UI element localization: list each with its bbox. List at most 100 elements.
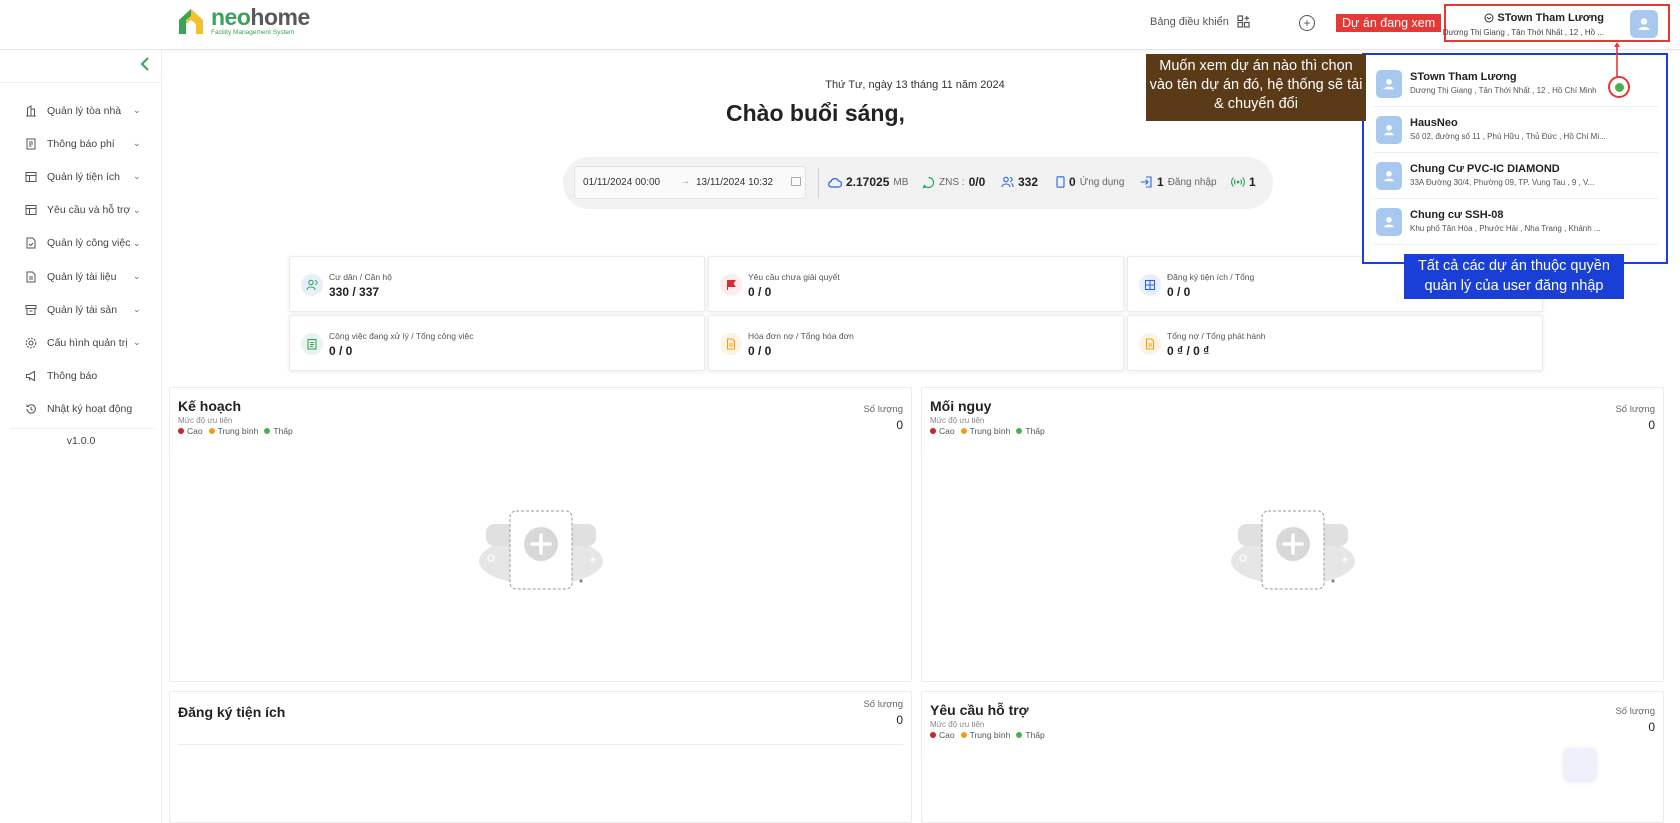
broadcast-icon [1231, 177, 1245, 187]
date-range-picker[interactable]: 01/11/2024 00:00 → 13/11/2024 10:32 [574, 166, 806, 199]
project-option[interactable]: Chung cư SSH-08 Khu phố Tân Hòa , Phước … [1374, 199, 1658, 245]
chevron-down-icon: ⌄ [133, 237, 141, 248]
sidebar-item-fee-notice[interactable]: Thông báo phí ⌄ [0, 127, 162, 160]
sidebar-item-label: Quản lý công việc [47, 237, 131, 250]
project-name: Chung Cư PVC-IC DIAMOND [1410, 163, 1560, 175]
dashboard-link[interactable]: Bảng điều khiển [1150, 15, 1250, 28]
project-avatar [1376, 208, 1402, 236]
range-start: 01/11/2024 00:00 [583, 177, 661, 188]
card-label: Yêu cầu chưa giải quyết [748, 272, 840, 282]
sidebar-divider [0, 82, 162, 83]
project-option[interactable]: HausNeo Số 02, đường số 11 , Phú Hữu , T… [1374, 107, 1658, 153]
card-total-debt[interactable]: Tổng nợ / Tổng phát hành 0 ₫ / 0 ₫ [1127, 315, 1543, 371]
chevron-down-icon: ⌄ [133, 138, 141, 149]
sidebar-item-notifications[interactable]: Thông báo [0, 360, 162, 393]
greeting: Chào buổi sáng, [726, 100, 905, 126]
login-label: Đăng nhập [1167, 176, 1217, 188]
project-address: 33A Đường 30/4, Phường 09, TP. Vung Tau … [1410, 178, 1595, 187]
chevron-down-icon: ⌄ [133, 337, 141, 348]
panel-title: Yêu cầu hỗ trợ [930, 702, 1029, 718]
sidebar-item-label: Quản lý tiện ích [47, 170, 120, 183]
sidebar-item-documents[interactable]: Quản lý tài liệu ⌄ [0, 260, 162, 293]
legend-low: Thấp [273, 426, 293, 436]
sidebar-item-tasks[interactable]: Quản lý công việc ⌄ [0, 227, 162, 260]
zns-value: 0/0 [968, 175, 986, 189]
sidebar-item-label: Quản lý tài liệu [47, 270, 117, 283]
legend-high: Cao [939, 730, 955, 740]
card-value: 0 / 0 [748, 344, 772, 358]
card-unresolved-requests[interactable]: Yêu cầu chưa giải quyết 0 / 0 [708, 256, 1124, 312]
project-avatar [1376, 162, 1402, 190]
users-icon [301, 274, 323, 296]
app-label: Ứng dụng [1079, 176, 1125, 188]
archive-icon [25, 304, 37, 316]
count-label: Số lượng [863, 699, 903, 710]
grid-icon [1139, 274, 1161, 296]
current-project-selector[interactable]: STown Tham Lương Dương Thị Giang , Tân T… [1443, 4, 1670, 42]
sidebar-item-label: Yêu cầu và hỗ trợ [47, 204, 131, 217]
count-value: 0 [896, 713, 903, 727]
panel-subtitle: Mức độ ưu tiên [930, 416, 985, 425]
card-value: 0 ₫ / 0 ₫ [1167, 344, 1210, 358]
user-icon [1638, 18, 1650, 30]
panel-subtitle: Mức độ ưu tiên [178, 416, 233, 425]
logo-word-home: home [250, 4, 310, 30]
users-value: 332 [1018, 175, 1039, 189]
sidebar-item-assets[interactable]: Quản lý tài sản ⌄ [0, 293, 162, 326]
chevron-circle-icon [1484, 13, 1494, 23]
user-icon [1384, 171, 1394, 182]
sidebar-item-building[interactable]: Quản lý tòa nhà ⌄ [0, 94, 162, 127]
logo-icon [179, 9, 203, 35]
card-value: 0 / 0 [329, 344, 353, 358]
card-value: 0 / 0 [748, 285, 772, 299]
app-value: 0 [1069, 175, 1076, 189]
invoice-icon [720, 333, 742, 355]
legend-high: Cao [187, 426, 203, 436]
sidebar-item-support[interactable]: Yêu cầu và hỗ trợ ⌄ [0, 194, 162, 227]
logo[interactable]: neohome Facility Management System [177, 6, 310, 37]
project-option[interactable]: Chung Cư PVC-IC DIAMOND 33A Đường 30/4, … [1374, 153, 1658, 199]
card-label: Công việc đang xử lý / Tổng công việc [329, 331, 474, 341]
storage-unit: MB [893, 176, 909, 188]
collapse-sidebar-icon[interactable] [140, 57, 150, 76]
project-address: Số 02, đường số 11 , Phú Hữu , Thủ Đức ,… [1410, 132, 1606, 141]
project-address: Khu phố Tân Hòa , Phước Hải , Nha Trang … [1410, 224, 1601, 233]
chat-icon [922, 176, 935, 188]
annotation-choose-hint: Muốn xem dự án nào thì chọn vào tên dự á… [1146, 54, 1366, 121]
online-stat: 1 [1231, 175, 1256, 189]
users-stat: 332 [1001, 175, 1038, 189]
user-icon [1384, 217, 1394, 228]
sidebar-item-admin-config[interactable]: Cấu hình quản trị ⌄ [0, 326, 162, 359]
zns-stat: ZNS : 0/0 [922, 175, 985, 189]
count-label: Số lượng [1615, 404, 1655, 415]
stats-divider [818, 168, 819, 198]
sidebar-item-utilities[interactable]: Quản lý tiện ích ⌄ [0, 160, 162, 193]
card-label: Đăng ký tiện ích / Tổng [1167, 272, 1255, 282]
login-value: 1 [1157, 175, 1164, 189]
card-residents[interactable]: Cư dân / Căn hộ 330 / 337 [289, 256, 705, 312]
count-value: 0 [1648, 720, 1655, 734]
legend-low: Thấp [1025, 426, 1045, 436]
add-circle-icon[interactable]: + [1299, 15, 1315, 31]
app-stat: 0 Ứng dụng [1056, 175, 1124, 189]
card-unpaid-invoices[interactable]: Hóa đơn nợ / Tổng hóa đơn 0 / 0 [708, 315, 1124, 371]
panel-title: Đăng ký tiện ích [178, 704, 286, 720]
panel-utility: Đăng ký tiện ích Số lượng 0 [169, 691, 912, 823]
project-address: Dương Thị Giang , Tân Thới Nhất , 12 , H… [1410, 86, 1597, 95]
floating-action-button[interactable] [1564, 748, 1596, 780]
card-tasks[interactable]: Công việc đang xử lý / Tổng công việc 0 … [289, 315, 705, 371]
annotation-all-projects-hint: Tất cả các dự án thuộc quyền quản lý của… [1404, 254, 1624, 299]
sidebar-item-label: Thông báo [47, 370, 98, 383]
project-name: STown Tham Lương [1410, 71, 1517, 83]
sidebar-item-label: Quản lý tòa nhà [47, 104, 122, 117]
empty-state-illustration [479, 510, 603, 590]
cloud-icon [828, 177, 842, 188]
range-end: 13/11/2024 10:32 [696, 177, 774, 188]
project-name: Chung cư SSH-08 [1410, 209, 1504, 221]
sidebar-item-label: Nhật ký hoạt động [47, 403, 133, 416]
card-label: Cư dân / Căn hộ [329, 272, 392, 282]
card-label: Tổng nợ / Tổng phát hành [1167, 331, 1266, 341]
panel-plan: Kế hoạch Mức độ ưu tiên Cao Trung bình T… [169, 387, 912, 682]
sidebar-item-activity-log[interactable]: Nhật ký hoạt động [0, 393, 162, 426]
card-value: 0 / 0 [1167, 285, 1191, 299]
